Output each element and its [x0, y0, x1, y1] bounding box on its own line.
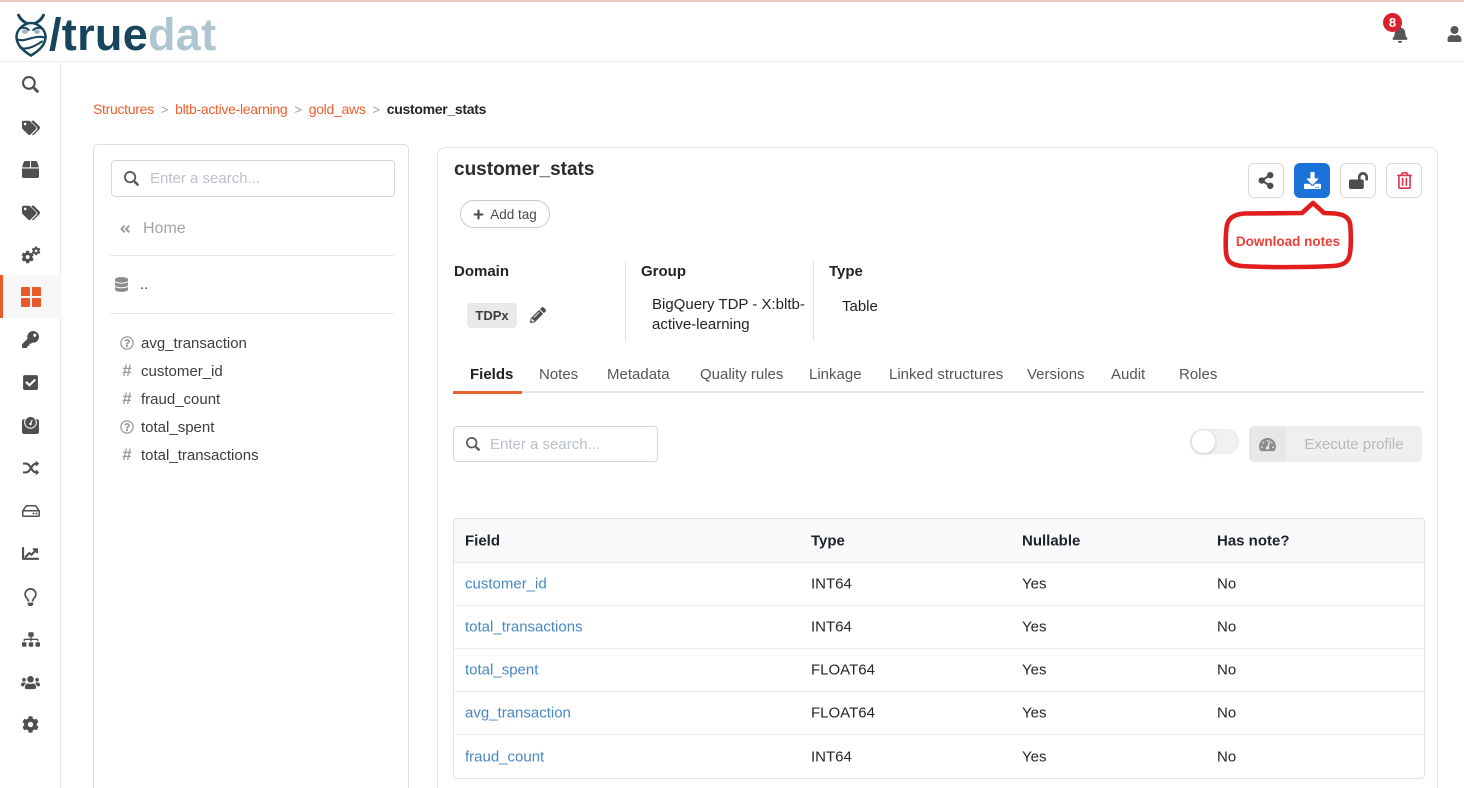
svg-text:Download notes: Download notes [1236, 234, 1340, 249]
svg-text:/truedat: /truedat [49, 10, 216, 58]
